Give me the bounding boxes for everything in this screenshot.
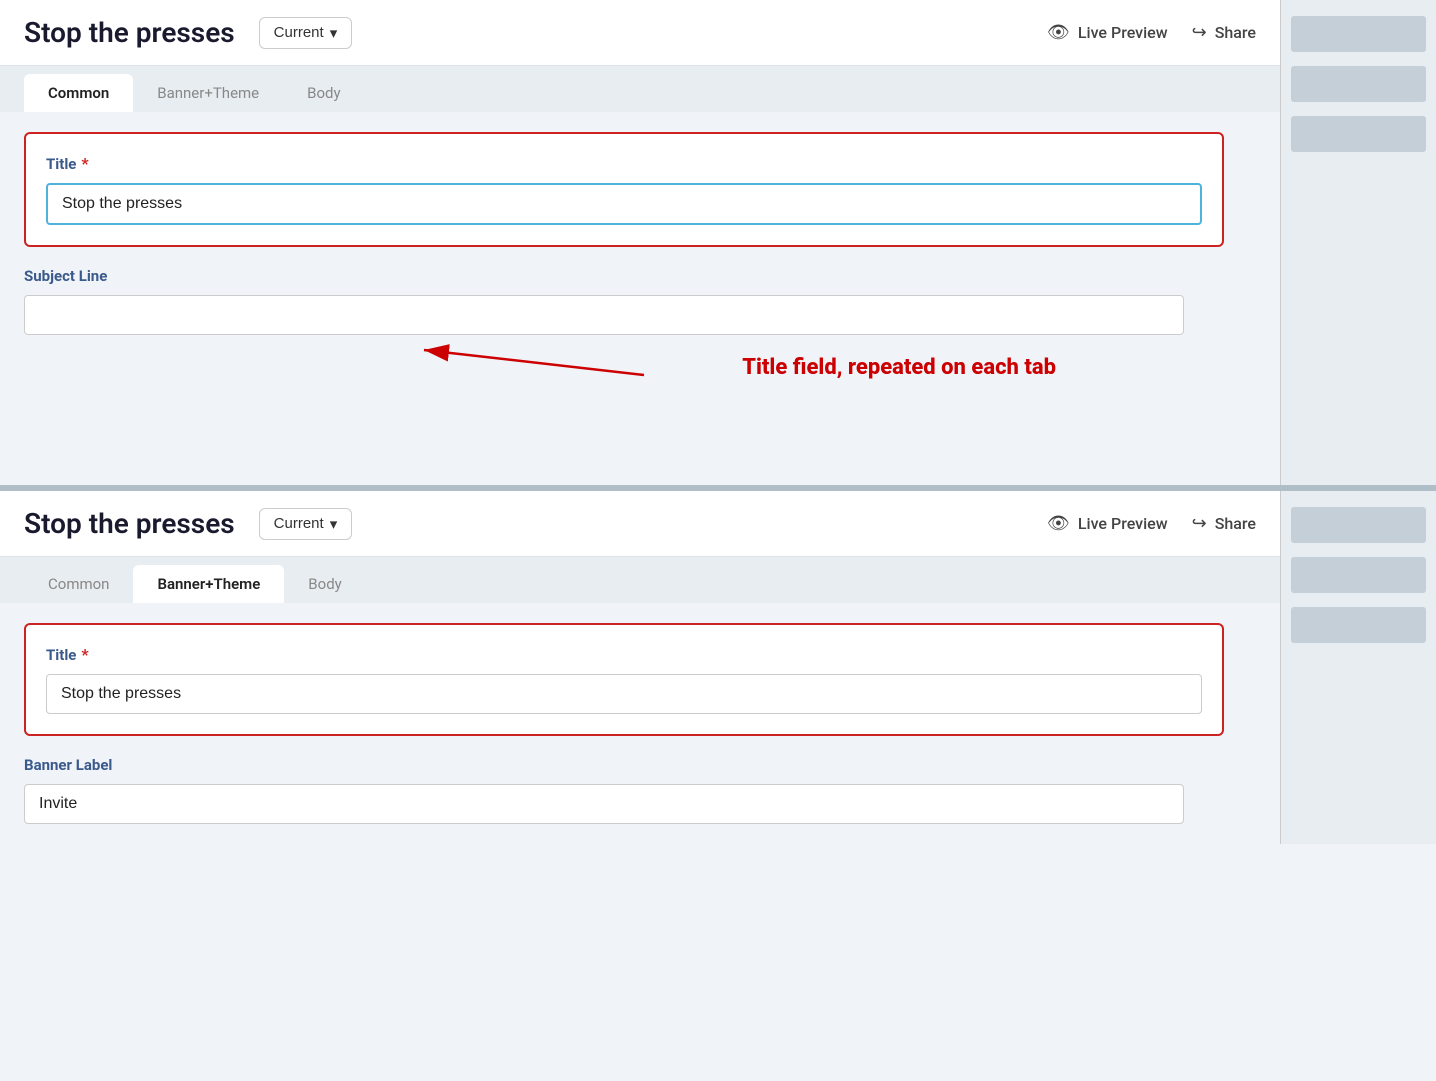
annotation-text-top: Title field, repeated on each tab: [742, 355, 1056, 380]
banner-input-bottom[interactable]: [24, 784, 1184, 824]
title-label-top: Title *: [46, 154, 1202, 173]
tabs-top: Common Banner+Theme Body: [0, 66, 1280, 112]
required-star-bottom: *: [81, 645, 88, 664]
current-dropdown-label: Current: [274, 24, 324, 41]
required-star-top: *: [81, 154, 88, 173]
live-preview-button-bottom[interactable]: 👁 Live Preview: [1047, 513, 1168, 534]
tab-body-top[interactable]: Body: [283, 74, 364, 112]
live-preview-label-top: Live Preview: [1078, 23, 1168, 42]
header-top: Stop the presses Current ▾ 👁 Live Previe…: [0, 0, 1280, 66]
content-bottom: Title * Banner Label: [0, 603, 1280, 844]
annotation-area-top: Title field, repeated on each tab: [24, 335, 1256, 465]
title-form-card-bottom: Title *: [24, 623, 1224, 736]
page-title-bottom: Stop the presses: [24, 507, 235, 540]
title-input-bottom[interactable]: [46, 674, 1202, 714]
live-preview-button-top[interactable]: 👁 Live Preview: [1047, 22, 1168, 43]
share-icon: ↪: [1192, 22, 1207, 43]
content-top: Title * Subject Line: [0, 112, 1280, 485]
tab-banner-theme-top[interactable]: Banner+Theme: [133, 74, 283, 112]
header-bottom: Stop the presses Current ▾ 👁 Live Previe…: [0, 491, 1280, 557]
tab-common-top[interactable]: Common: [24, 74, 133, 112]
banner-label-section: Banner Label: [24, 756, 1224, 824]
share-icon-bottom: ↪: [1192, 513, 1207, 534]
right-panel-bottom: [1280, 491, 1436, 844]
tab-body-bottom[interactable]: Body: [284, 565, 365, 603]
page-title-top: Stop the presses: [24, 16, 235, 49]
current-dropdown-top[interactable]: Current ▾: [259, 17, 353, 49]
arrow-svg-top: [24, 335, 824, 465]
current-dropdown-bottom[interactable]: Current ▾: [259, 508, 353, 540]
right-block-2-top: [1291, 66, 1426, 102]
share-button-top[interactable]: ↪ Share: [1192, 22, 1256, 43]
title-label-bottom: Title *: [46, 645, 1202, 664]
tab-common-bottom[interactable]: Common: [24, 565, 133, 603]
live-preview-label-bottom: Live Preview: [1078, 514, 1168, 533]
chevron-down-icon: ▾: [330, 24, 338, 42]
subject-line-section-top: Subject Line: [24, 267, 1224, 335]
header-actions-top: 👁 Live Preview ↪ Share: [1047, 22, 1256, 43]
subject-label-top: Subject Line: [24, 267, 1224, 285]
tab-banner-theme-bottom[interactable]: Banner+Theme: [133, 565, 284, 603]
chevron-down-icon-bottom: ▾: [330, 515, 338, 533]
title-input-top[interactable]: [46, 183, 1202, 225]
eye-icon-bottom: 👁: [1047, 513, 1070, 534]
header-actions-bottom: 👁 Live Preview ↪ Share: [1047, 513, 1256, 534]
current-dropdown-label-bottom: Current: [274, 515, 324, 532]
right-block-1-bottom: [1291, 507, 1426, 543]
subject-input-top[interactable]: [24, 295, 1184, 335]
share-label-top: Share: [1215, 23, 1256, 42]
right-block-1-top: [1291, 16, 1426, 52]
tabs-bottom: Common Banner+Theme Body: [0, 557, 1280, 603]
banner-label-label: Banner Label: [24, 756, 1224, 774]
right-block-3-top: [1291, 116, 1426, 152]
right-block-2-bottom: [1291, 557, 1426, 593]
right-block-3-bottom: [1291, 607, 1426, 643]
right-panel-top: [1280, 0, 1436, 485]
eye-icon: 👁: [1047, 22, 1070, 43]
title-form-card-top: Title *: [24, 132, 1224, 247]
share-button-bottom[interactable]: ↪ Share: [1192, 513, 1256, 534]
share-label-bottom: Share: [1215, 514, 1256, 533]
